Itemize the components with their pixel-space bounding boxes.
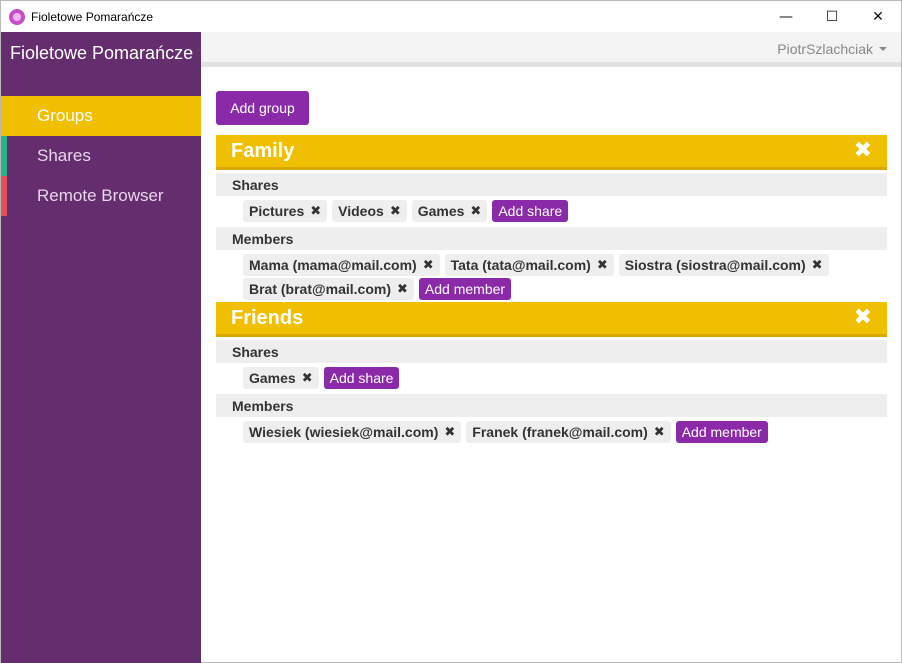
member-chip: Franek (franek@mail.com) ✖ (466, 421, 671, 443)
member-name: Franek (franek@mail.com) (472, 424, 648, 440)
member-name: Brat (brat@mail.com) (249, 281, 392, 297)
share-name: Games (249, 370, 296, 386)
window-controls: — ☐ ✕ (763, 1, 901, 32)
app-logo-icon (9, 8, 25, 25)
share-chip: Videos ✖ (332, 200, 407, 222)
member-chip: Mama (mama@mail.com) ✖ (243, 254, 440, 276)
user-name: PiotrSzlachciak (777, 41, 873, 57)
share-chip: Games ✖ (411, 200, 488, 222)
members-list: Mama (mama@mail.com) ✖ Tata (tata@mail.co… (216, 250, 887, 302)
top-bar: PiotrSzlachciak (201, 32, 901, 67)
group-header: Family ✖ (216, 135, 887, 170)
remove-icon[interactable]: ✖ (597, 258, 608, 273)
sidebar: Fioletowe Pomarańcze Groups Shares Remot… (1, 32, 201, 663)
member-name: Wiesiek (wiesiek@mail.com) (249, 424, 439, 440)
shares-label: Shares (216, 340, 887, 363)
member-name: Tata (tata@mail.com) (450, 257, 591, 273)
member-chip: Tata (tata@mail.com) ✖ (444, 254, 614, 276)
share-name: Videos (338, 203, 384, 219)
share-name: Games (417, 203, 465, 219)
sidebar-item-shares[interactable]: Shares (1, 136, 201, 176)
member-chip: Wiesiek (wiesiek@mail.com) ✖ (243, 421, 462, 443)
share-name: Pictures (249, 203, 305, 219)
remove-icon[interactable]: ✖ (423, 258, 434, 273)
user-menu[interactable]: PiotrSzlachciak (777, 41, 887, 57)
shares-label: Shares (216, 173, 887, 196)
brand-title[interactable]: Fioletowe Pomarańcze (1, 32, 201, 75)
shares-list: Games ✖ Add share (216, 363, 887, 391)
share-chip: Games ✖ (243, 367, 319, 389)
share-chip: Pictures ✖ (243, 200, 328, 222)
sidebar-item-groups[interactable]: Groups (1, 96, 201, 136)
close-window-button[interactable]: ✕ (855, 1, 901, 32)
remove-icon[interactable]: ✖ (444, 425, 455, 440)
add-group-button[interactable]: Add group (216, 91, 309, 125)
add-share-button[interactable]: Add share (492, 200, 569, 222)
caret-down-icon (879, 47, 887, 51)
add-share-button[interactable]: Add share (323, 367, 400, 389)
members-label: Members (216, 394, 887, 417)
remove-group-icon[interactable]: ✖ (854, 140, 872, 162)
member-name: Mama (mama@mail.com) (249, 257, 417, 273)
app-window: Fioletowe Pomarańcze — ☐ ✕ Fioletowe Pom… (0, 0, 902, 663)
minimize-button[interactable]: — (763, 1, 809, 32)
remove-icon[interactable]: ✖ (654, 425, 665, 440)
remove-icon[interactable]: ✖ (397, 282, 408, 297)
member-chip: Brat (brat@mail.com) ✖ (243, 278, 414, 300)
group-header: Friends ✖ (216, 302, 887, 337)
title-bar: Fioletowe Pomarańcze — ☐ ✕ (1, 1, 901, 32)
remove-icon[interactable]: ✖ (390, 204, 401, 219)
remove-icon[interactable]: ✖ (470, 204, 481, 219)
members-label: Members (216, 227, 887, 250)
remove-icon[interactable]: ✖ (310, 204, 321, 219)
group-card: Friends ✖ Shares Games ✖ Add share Member… (216, 302, 887, 445)
member-chip: Siostra (siostra@mail.com) ✖ (618, 254, 829, 276)
window-title: Fioletowe Pomarańcze (31, 9, 154, 24)
shares-list: Pictures ✖ Videos ✖ Games ✖ Add share (216, 196, 887, 224)
sidebar-nav: Groups Shares Remote Browser (1, 96, 201, 216)
remove-icon[interactable]: ✖ (812, 258, 823, 273)
maximize-button[interactable]: ☐ (809, 1, 855, 32)
group-name: Family (231, 139, 295, 162)
remove-group-icon[interactable]: ✖ (854, 307, 872, 329)
sidebar-item-remote-browser[interactable]: Remote Browser (1, 176, 201, 216)
add-member-button[interactable]: Add member (675, 421, 768, 443)
main-content: Add group Family ✖ Shares Pictures ✖ Vide… (216, 91, 887, 445)
add-member-button[interactable]: Add member (418, 278, 512, 300)
group-name: Friends (231, 306, 304, 329)
members-list: Wiesiek (wiesiek@mail.com) ✖ Franek (fran… (216, 417, 887, 445)
member-name: Siostra (siostra@mail.com) (624, 257, 806, 273)
remove-icon[interactable]: ✖ (302, 371, 313, 386)
group-card: Family ✖ Shares Pictures ✖ Videos ✖ Games ✖… (216, 135, 887, 302)
